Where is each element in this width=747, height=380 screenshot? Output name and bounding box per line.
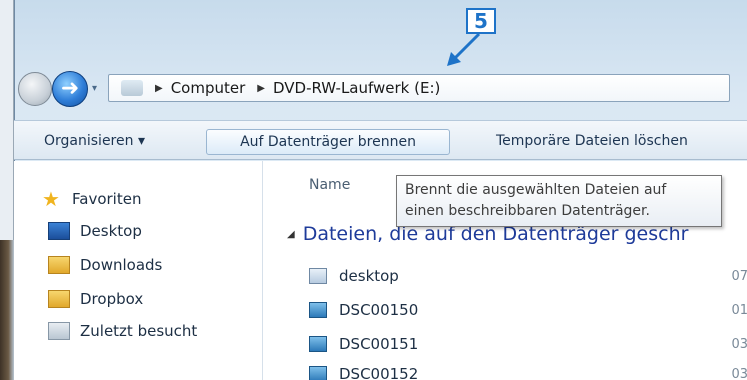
file-date: 07 — [731, 268, 747, 284]
file-name: DSC00152 — [339, 365, 419, 380]
tooltip-line-1: Brennt die ausgewählten Dateien auf — [405, 182, 667, 198]
dropbox-folder-icon — [48, 290, 70, 308]
file-row[interactable]: DSC00151 03 — [309, 331, 747, 357]
settings-file-icon — [309, 268, 327, 284]
breadcrumb-separator-icon[interactable]: ▶ — [155, 83, 163, 94]
burn-to-disc-button[interactable]: Auf Datenträger brennen — [206, 129, 450, 155]
sidebar-item-label: Downloads — [80, 256, 163, 274]
command-bar: Organisieren ▾ Auf Datenträger brennen T… — [14, 120, 747, 160]
forward-arrow-icon: ➜ — [60, 76, 80, 101]
recent-pages-dropdown[interactable]: ▾ — [92, 83, 97, 94]
burn-tooltip: Brennt die ausgewählten Dateien auf eine… — [396, 175, 722, 227]
image-file-icon — [309, 366, 327, 380]
sidebar-item-desktop[interactable]: Desktop — [48, 219, 142, 243]
column-header-name[interactable]: Name — [309, 177, 350, 193]
computer-icon — [121, 80, 143, 96]
file-row[interactable]: DSC00152 03 — [309, 361, 747, 380]
callout-arrow-icon — [447, 32, 481, 66]
file-name: DSC00150 — [339, 301, 419, 319]
image-file-icon — [309, 336, 327, 352]
file-row[interactable]: desktop 07 — [309, 263, 747, 289]
sidebar-item-favorites[interactable]: ★ Favoriten — [40, 187, 141, 211]
tooltip-line-2: einen beschreibbaren Datenträger. — [405, 203, 650, 219]
file-date: 01 — [731, 302, 747, 318]
breadcrumb-dvd-drive[interactable]: DVD-RW-Laufwerk (E:) — [273, 79, 440, 97]
background-window-edge — [0, 0, 14, 240]
file-date: 03 — [731, 336, 747, 352]
forward-button[interactable]: ➜ — [52, 71, 88, 107]
sidebar-item-label: Zuletzt besucht — [80, 322, 198, 340]
star-icon: ★ — [42, 187, 60, 211]
file-name: DSC00151 — [339, 335, 419, 353]
breadcrumb-separator-icon[interactable]: ▶ — [257, 83, 265, 94]
sidebar-item-label: Desktop — [80, 222, 142, 240]
image-file-icon — [309, 302, 327, 318]
downloads-folder-icon — [48, 256, 70, 274]
sidebar-item-dropbox[interactable]: Dropbox — [48, 287, 143, 311]
file-row[interactable]: DSC00150 01 — [309, 297, 747, 323]
file-name: desktop — [339, 267, 399, 285]
desktop-icon — [48, 222, 70, 240]
address-bar[interactable]: ▶ Computer ▶ DVD-RW-Laufwerk (E:) — [108, 74, 730, 102]
collapse-triangle-icon: ◢ — [287, 229, 295, 240]
breadcrumb-computer[interactable]: Computer — [171, 79, 246, 97]
sidebar-item-label: Dropbox — [80, 290, 144, 308]
back-button[interactable] — [18, 72, 52, 106]
file-date: 03 — [731, 366, 747, 380]
delete-temp-files-button[interactable]: Temporäre Dateien löschen — [486, 129, 698, 155]
navigation-pane: ★ Favoriten Desktop Downloads Dropbox Zu… — [14, 161, 262, 380]
sidebar-item-label: Favoriten — [72, 190, 142, 208]
sidebar-item-recent[interactable]: Zuletzt besucht — [48, 319, 197, 343]
recent-places-icon — [48, 322, 70, 340]
organize-button[interactable]: Organisieren ▾ — [34, 129, 155, 155]
sidebar-item-downloads[interactable]: Downloads — [48, 253, 162, 277]
